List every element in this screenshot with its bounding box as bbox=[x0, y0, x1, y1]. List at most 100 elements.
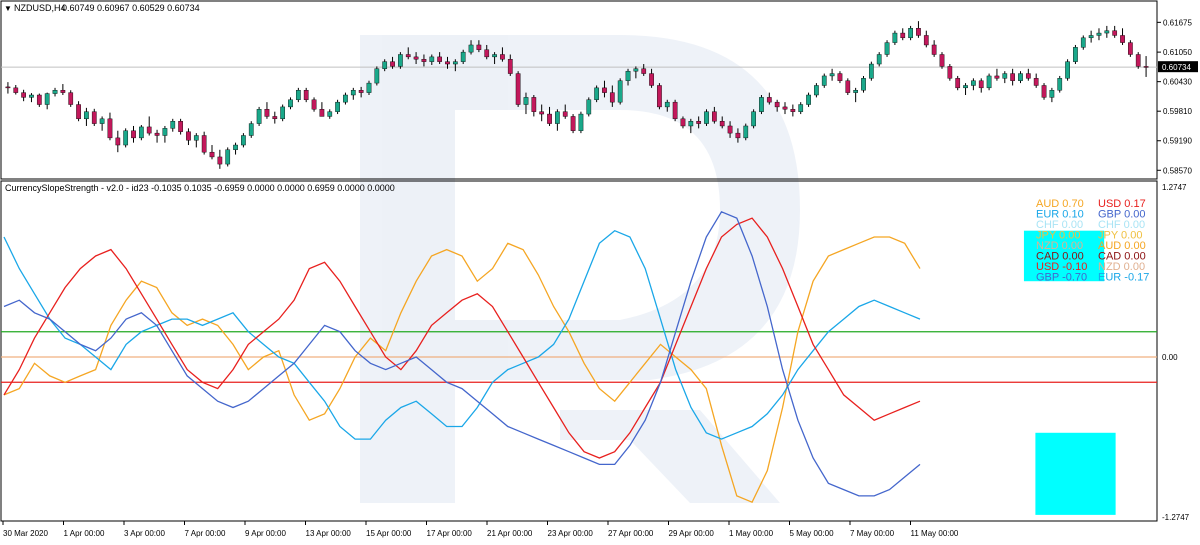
candle-body bbox=[1112, 30, 1118, 36]
candle-body bbox=[343, 94, 348, 103]
candle-body bbox=[162, 128, 168, 136]
candle-body bbox=[500, 54, 505, 60]
candle-body bbox=[123, 130, 129, 146]
candle-body bbox=[131, 130, 136, 139]
candle-body bbox=[876, 54, 882, 65]
candle-body bbox=[186, 131, 191, 141]
candle-body bbox=[814, 85, 819, 96]
time-tick-label: 1 May 00:00 bbox=[729, 529, 774, 538]
price-axis: 0.61675 0.61050 0.60430 0.59810 0.59190 0.585… bbox=[1157, 18, 1192, 175]
candle-body bbox=[986, 75, 992, 89]
candle-body bbox=[445, 61, 450, 65]
candle-body bbox=[531, 97, 537, 112]
time-tick-label: 23 Apr 00:00 bbox=[548, 529, 594, 538]
candle-body bbox=[625, 70, 631, 81]
candle-body bbox=[115, 137, 121, 146]
candle-body bbox=[829, 73, 835, 77]
candle-body bbox=[107, 118, 113, 139]
time-tick-label: 7 May 00:00 bbox=[850, 529, 895, 538]
candle-body bbox=[782, 106, 788, 110]
candle-body bbox=[727, 125, 733, 134]
candle-body bbox=[947, 66, 953, 79]
indicator-axis-zero: 0.00 bbox=[1162, 353, 1178, 362]
candle-body bbox=[719, 121, 725, 127]
candle-body bbox=[264, 109, 270, 117]
candle-body bbox=[358, 90, 364, 93]
candle-body bbox=[1033, 78, 1039, 86]
main-header-symbol: NZDUSD,H4 bbox=[14, 3, 66, 13]
candle-body bbox=[452, 61, 458, 65]
indicator-axis-top: 1.2747 bbox=[1162, 183, 1187, 192]
candle-body bbox=[99, 118, 105, 124]
candle-body bbox=[36, 94, 42, 105]
candle-body bbox=[398, 54, 403, 67]
candle-body bbox=[1088, 35, 1094, 39]
candle-body bbox=[971, 80, 976, 86]
candle-body bbox=[374, 68, 380, 84]
candle-body bbox=[1049, 90, 1055, 98]
candle-body bbox=[900, 32, 906, 39]
candle-body bbox=[821, 75, 827, 86]
candle-body bbox=[170, 121, 176, 129]
main-header-values: 0.60749 0.60967 0.60529 0.60734 bbox=[62, 3, 200, 13]
candle-body bbox=[217, 156, 223, 165]
candle-body bbox=[963, 85, 968, 89]
current-price-tag: 0.60734 bbox=[1158, 61, 1198, 73]
candle-body bbox=[766, 97, 772, 103]
candle-body bbox=[908, 28, 913, 39]
candle-body bbox=[76, 104, 81, 120]
trading-chart[interactable]: ▼ NZDUSD,H4 0.60749 0.60967 0.60529 0.60… bbox=[0, 0, 1200, 540]
candle-body bbox=[303, 90, 309, 100]
candle-body bbox=[649, 73, 654, 86]
candle-body bbox=[366, 82, 372, 93]
candle-body bbox=[562, 111, 568, 117]
candle-body bbox=[193, 135, 199, 141]
candle-body bbox=[178, 121, 183, 132]
candle-body bbox=[390, 61, 395, 67]
candle-body bbox=[1128, 42, 1133, 55]
candle-body bbox=[1073, 47, 1078, 62]
candle-body bbox=[892, 32, 898, 43]
candle-body bbox=[1018, 73, 1023, 81]
candle-body bbox=[759, 97, 764, 112]
time-tick-label: 15 Apr 00:00 bbox=[366, 529, 412, 538]
symbol-toggle-icon[interactable]: ▼ bbox=[4, 4, 12, 13]
price-tick-label: 0.61675 bbox=[1163, 18, 1192, 27]
candle-body bbox=[295, 90, 301, 100]
candle-body bbox=[1002, 73, 1008, 79]
candle-body bbox=[923, 35, 929, 46]
candle-body bbox=[29, 94, 34, 98]
candle-body bbox=[853, 90, 859, 93]
candle-body bbox=[586, 99, 592, 115]
candle-body bbox=[1104, 30, 1110, 34]
candle-body bbox=[868, 63, 874, 79]
candle-body bbox=[1120, 35, 1125, 43]
candle-body bbox=[994, 75, 1000, 79]
candle-body bbox=[790, 109, 796, 112]
time-tick-label: 1 Apr 00:00 bbox=[64, 529, 105, 538]
candle-body bbox=[657, 85, 662, 108]
candle-body bbox=[602, 87, 607, 93]
candle-body bbox=[688, 121, 694, 127]
candle-body bbox=[555, 111, 560, 124]
candle-body bbox=[806, 94, 811, 105]
candle-body bbox=[21, 92, 26, 98]
price-tick-label: 0.60430 bbox=[1163, 78, 1192, 87]
candle-body bbox=[5, 86, 11, 89]
candle-body bbox=[437, 56, 442, 62]
candle-body bbox=[916, 28, 921, 36]
price-tick-label: 0.58570 bbox=[1163, 166, 1192, 175]
candle-body bbox=[68, 92, 74, 105]
candle-body bbox=[515, 73, 521, 105]
candle-body bbox=[1025, 73, 1031, 79]
candle-body bbox=[570, 116, 576, 131]
candle-body bbox=[139, 126, 144, 139]
candle-body bbox=[735, 132, 741, 139]
candle-body bbox=[241, 135, 246, 146]
candle-body bbox=[680, 118, 686, 127]
candle-body bbox=[288, 99, 293, 108]
candle-body bbox=[696, 121, 702, 124]
candle-body bbox=[1065, 61, 1070, 79]
candle-body bbox=[413, 56, 419, 60]
candle-body bbox=[52, 90, 58, 94]
